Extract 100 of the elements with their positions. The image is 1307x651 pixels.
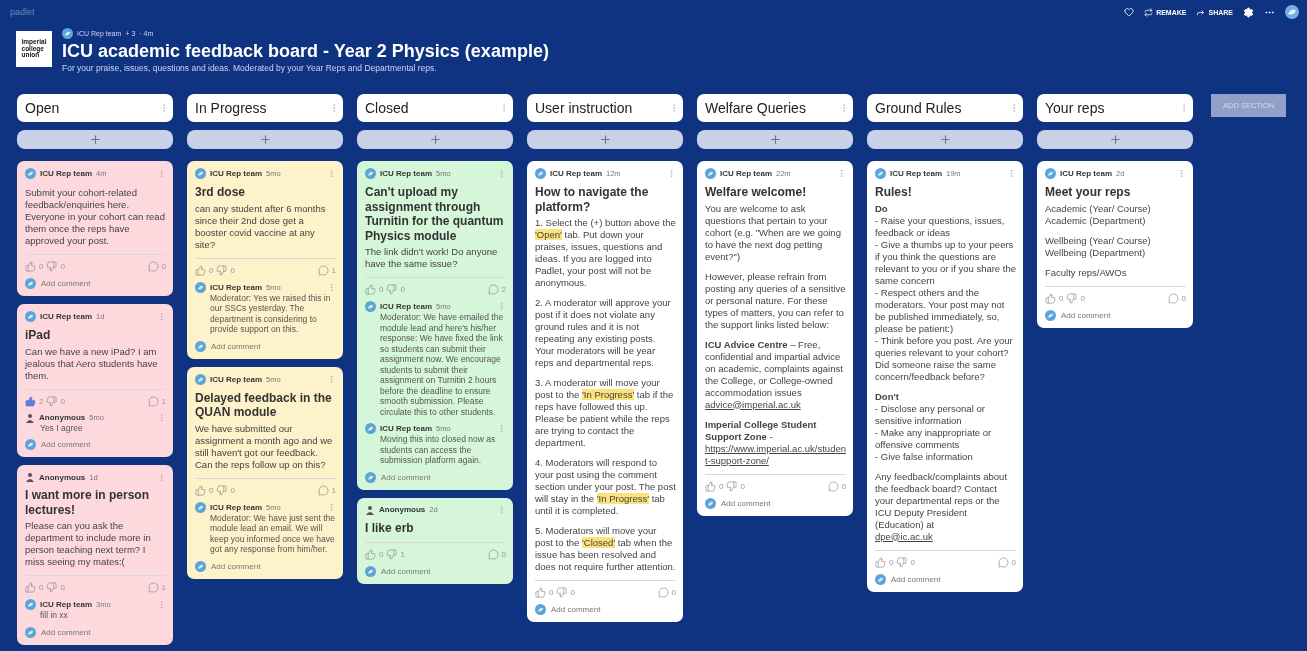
post-text: You are welcome to ask questions that pertain to your cohort (e.g. "When are we going to have the next dog petting event?") — [705, 202, 842, 263]
add-comment-field[interactable]: Add comment — [211, 341, 261, 351]
post-text: We have submitted our assignment a month ago and we still haven't got our feedback. Can the reps follow up on this? — [195, 422, 334, 471]
avatar-icon — [1045, 168, 1056, 179]
comment-icon — [317, 264, 329, 276]
dislike-count: 0 — [60, 583, 65, 592]
plus-icon — [1108, 133, 1122, 146]
avatar-icon — [25, 626, 36, 638]
thumbs-up-icon[interactable] — [875, 556, 886, 568]
board-subtitle: For your praise, issues, questions and ideas. Moderated by your Year Reps and Departmental reps. — [62, 63, 438, 73]
thumbs-down-icon[interactable] — [726, 480, 738, 492]
post-text: - Think before you post. Are your queries relevant to your cohort? Did someone raise the same concern/feedback before? — [875, 334, 1014, 383]
link[interactable]: https://www.imperial.ac.uk/student-support-zone/ — [705, 442, 846, 467]
thumbs-down-icon[interactable] — [556, 587, 568, 598]
person-icon — [25, 472, 35, 482]
add-post-button[interactable] — [1037, 130, 1193, 149]
like-count: 0 — [39, 583, 44, 592]
comment-icon — [487, 284, 499, 295]
post-text: 3. A moderator will move your post to the 'In Progress' tab if the reps have followed this up. Please be patient while the reps are trying to contact the department. — [535, 377, 675, 449]
post-text: Don't — [875, 390, 900, 403]
thumbs-down-icon[interactable] — [1066, 292, 1078, 304]
thumbs-down-icon[interactable] — [216, 264, 228, 276]
avatar-icon — [62, 28, 73, 39]
thumbs-up-icon[interactable] — [195, 484, 206, 496]
dislike-count: 0 — [60, 396, 65, 406]
comment-count: 0 — [1011, 557, 1016, 567]
thumbs-down-icon[interactable] — [386, 549, 398, 560]
avatar-icon — [195, 340, 206, 352]
link[interactable]: advice@imperial.ac.uk — [705, 398, 846, 411]
avatar-icon — [365, 566, 376, 577]
thumbs-down-icon[interactable] — [46, 395, 58, 407]
add-comment-field[interactable]: Add comment — [721, 498, 771, 508]
post-text: - Disclose any personal or sensitive information — [875, 402, 986, 427]
add-comment-field[interactable]: Add comment — [381, 567, 431, 576]
comment-text: Yes I agree — [39, 422, 84, 433]
thumbs-up-icon[interactable] — [25, 582, 36, 593]
thumbs-up-icon[interactable] — [365, 549, 376, 560]
thumbs-up-icon[interactable] — [195, 264, 206, 276]
like-count: 0 — [889, 557, 894, 567]
add-comment-field[interactable]: Add comment — [551, 605, 601, 614]
thumbs-up-icon[interactable] — [365, 284, 376, 295]
thumbs-up-icon[interactable] — [25, 395, 36, 407]
thumbs-down-icon[interactable] — [896, 556, 908, 568]
add-comment-field[interactable]: Add comment — [381, 472, 431, 482]
comment-text: Moderator: Yes we raised this in our SSCs yesterday. The department is considering to provide support on this. — [209, 292, 332, 335]
comment-icon — [997, 556, 1009, 568]
thumbs-up-icon[interactable] — [1045, 292, 1056, 304]
add-post-button[interactable] — [697, 130, 853, 149]
avatar-icon — [365, 168, 376, 179]
like-count: 0 — [209, 265, 214, 275]
avatar-icon — [25, 599, 36, 610]
comment-count: 1 — [161, 583, 166, 592]
comment-count: 0 — [841, 481, 846, 491]
add-post-button[interactable] — [17, 130, 173, 149]
avatar-icon — [25, 311, 36, 322]
avatar-icon — [195, 373, 206, 385]
add-comment-field[interactable]: Add comment — [41, 440, 91, 449]
post-text: - Make any inappropriate or offensive comments — [875, 426, 993, 451]
comment-icon — [317, 484, 329, 496]
settings-icon[interactable] — [1243, 6, 1254, 18]
post-text: 5. Moderators will move your post to the 'Closed' tab when the issue has been resolved and does not require further attention. — [535, 525, 676, 573]
post-text: can any student after 6 months since their 2nd dose get a booster covid vaccine at any site? — [195, 202, 327, 251]
post-title: I want more in person lectures! — [25, 488, 151, 517]
author-name: ICU Rep team — [1060, 169, 1112, 178]
thumbs-up-icon[interactable] — [705, 480, 716, 492]
avatar-icon — [705, 497, 716, 509]
add-comment-field[interactable]: Add comment — [211, 561, 261, 571]
thumbs-down-icon[interactable] — [46, 582, 58, 593]
post-text: Academic (Year/ Course) — [1045, 202, 1152, 215]
author-name: Anonymous — [39, 472, 86, 482]
add-comment-field[interactable]: Add comment — [41, 627, 91, 637]
thumbs-up-icon[interactable] — [535, 587, 546, 598]
heart-icon[interactable] — [1124, 7, 1135, 17]
post-title: Can't upload my assignment through Turnitin for the quantum Physics module — [365, 185, 505, 243]
add-post-button[interactable] — [527, 130, 683, 149]
thumbs-down-icon[interactable] — [216, 484, 228, 496]
add-post-button[interactable] — [357, 130, 513, 149]
post-text: Wellbeing (Year/ Course) — [1045, 234, 1152, 247]
post-text: 1. Select the (+) button above the 'Open' tab. Put down your praises, issues, questions and ideas. If you are logged into Padlet, your post will not be anonymous. — [535, 217, 676, 289]
post-text: Do — [875, 202, 889, 215]
add-comment-field[interactable]: Add comment — [41, 279, 91, 288]
add-post-button[interactable] — [187, 130, 343, 149]
thumbs-down-icon[interactable] — [386, 284, 398, 295]
post-text: - Raise your questions, issues, feedback or ideas — [875, 214, 1006, 239]
author-name: ICU Rep team — [40, 600, 92, 609]
avatar-icon — [365, 471, 376, 483]
post-title: Rules! — [875, 185, 913, 200]
author-name: ICU Rep team — [210, 169, 262, 178]
add-comment-field[interactable]: Add comment — [1061, 310, 1111, 320]
add-comment-field[interactable]: Add comment — [891, 574, 941, 584]
post-title: iPad — [25, 328, 52, 343]
thumbs-down-icon[interactable] — [46, 261, 58, 272]
thumbs-up-icon[interactable] — [25, 261, 36, 272]
add-post-button[interactable] — [867, 130, 1023, 149]
link[interactable]: dpe@ic.ac.uk — [875, 530, 1016, 543]
dislike-count: 0 — [400, 285, 405, 294]
avatar-icon[interactable] — [1285, 5, 1299, 19]
person-icon — [25, 412, 35, 423]
post-text: - Respect others and the moderators. Your post may not be published immediately, so, please be patient:) — [875, 286, 1006, 335]
post-text: The link didn't work! Do anyone have the same issue? — [365, 246, 499, 270]
